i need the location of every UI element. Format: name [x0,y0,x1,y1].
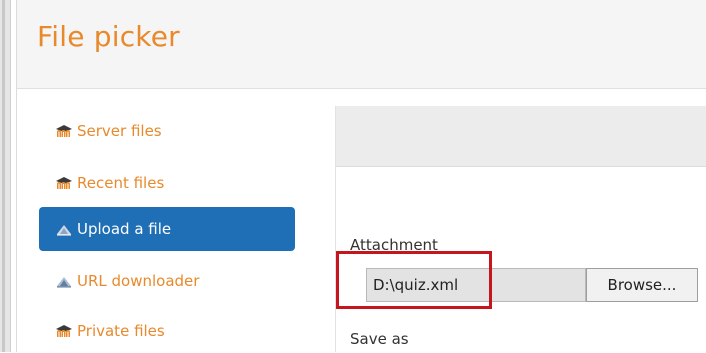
upload-panel: Attachment D:\quiz.xml Browse... Save as [335,106,706,352]
moodle-icon [55,124,73,138]
sidebar-item-label: URL downloader [77,272,200,290]
dialog-title: File picker [37,20,180,53]
url-downloader-icon [55,274,73,288]
file-path-field[interactable]: D:\quiz.xml [366,268,586,302]
background-window-border [2,0,5,352]
sidebar-item-label: Recent files [77,174,165,192]
upload-icon [55,222,73,236]
file-input-group: D:\quiz.xml Browse... [366,268,704,302]
sidebar-item-upload-a-file[interactable]: Upload a file [39,207,295,251]
sidebar-item-recent-files[interactable]: Recent files [39,161,295,205]
browse-button[interactable]: Browse... [586,268,698,302]
panel-toolbar [336,106,706,167]
file-picker-dialog: File picker Server files Recent files Up… [16,0,706,352]
repository-sidebar: Server files Recent files Upload a file … [17,89,317,352]
sidebar-item-url-downloader[interactable]: URL downloader [39,259,295,303]
sidebar-item-server-files[interactable]: Server files [39,109,295,153]
sidebar-item-label: Upload a file [77,220,172,238]
attachment-label: Attachment [350,236,438,254]
moodle-icon [55,324,73,338]
sidebar-item-private-files[interactable]: Private files [39,309,295,353]
dialog-header: File picker [17,0,706,89]
sidebar-item-label: Server files [77,122,162,140]
background-window-edge [0,0,11,352]
moodle-icon [55,176,73,190]
save-as-label: Save as [350,330,409,348]
sidebar-item-label: Private files [77,322,165,340]
